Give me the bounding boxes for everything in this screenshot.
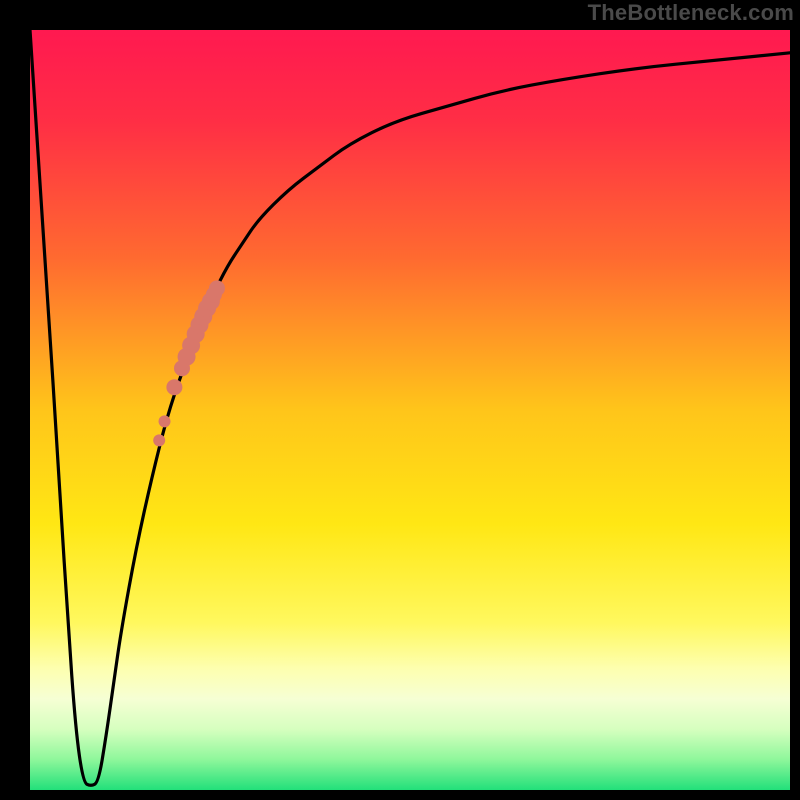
plot-background (30, 30, 790, 790)
highlight-marker (209, 280, 225, 296)
highlight-marker (166, 379, 182, 395)
chart-frame: TheBottleneck.com (0, 0, 800, 800)
bottleneck-plot (0, 0, 800, 800)
watermark-text: TheBottleneck.com (588, 0, 794, 26)
highlight-marker (159, 415, 171, 427)
highlight-marker (153, 434, 165, 446)
